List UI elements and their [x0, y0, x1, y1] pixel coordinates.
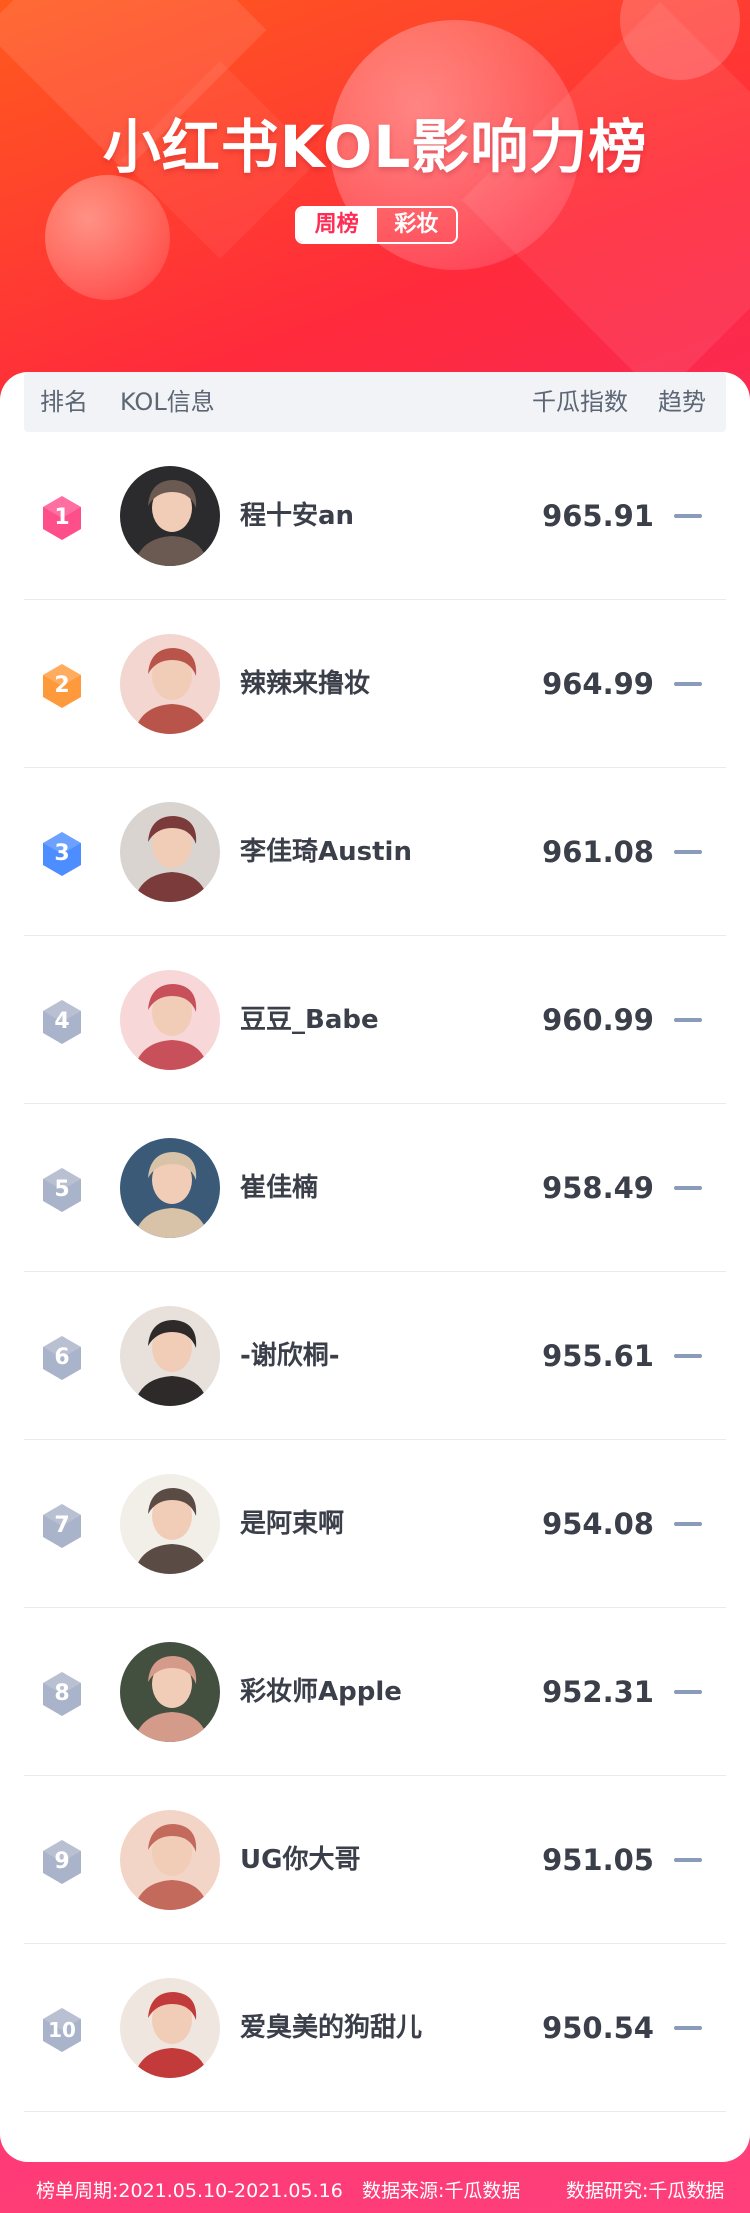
dash-icon	[674, 1018, 702, 1022]
kol-name[interactable]: 豆豆_Babe	[240, 936, 379, 1104]
index-score: 951.05	[542, 1843, 654, 1877]
rank-number: 7	[54, 1513, 70, 1538]
footer-source: 数据来源:千瓜数据	[362, 2180, 521, 2202]
ranking-list: 1 程十安an 965.91 2 辣辣来撸妆 964.99 3 李佳琦Austin 961.08…	[24, 432, 726, 2112]
dash-icon	[674, 850, 702, 854]
index-score: 950.54	[542, 2011, 654, 2045]
avatar[interactable]	[120, 1810, 220, 1910]
index-score: 965.91	[542, 499, 654, 533]
column-rank: 排名	[40, 388, 88, 416]
footer-period: 榜单周期:2021.05.10-2021.05.16	[36, 2180, 343, 2202]
index-score: 958.49	[542, 1171, 654, 1205]
rank-number: 9	[54, 1849, 70, 1874]
dash-icon	[674, 1858, 702, 1862]
footer-research: 数据研究:千瓜数据	[566, 2180, 725, 2202]
table-row[interactable]: 10 爱臭美的狗甜儿 950.54	[24, 1944, 726, 2112]
avatar[interactable]	[120, 1474, 220, 1574]
tab-makeup[interactable]: 彩妆	[377, 208, 457, 242]
dash-icon	[674, 1354, 702, 1358]
kol-name[interactable]: 程十安an	[240, 432, 354, 600]
rank-number: 8	[54, 1681, 70, 1706]
rank-number: 5	[54, 1177, 70, 1202]
rank-number: 10	[48, 2018, 76, 2042]
rank-badge: 5	[40, 1166, 84, 1214]
rank-badge: 9	[40, 1838, 84, 1886]
rank-number: 2	[54, 673, 70, 698]
kol-name[interactable]: -谢欣桐-	[240, 1272, 340, 1440]
avatar[interactable]	[120, 466, 220, 566]
avatar[interactable]	[120, 1642, 220, 1742]
column-kol-info: KOL信息	[120, 388, 215, 416]
table-row[interactable]: 9 UG你大哥 951.05	[24, 1776, 726, 1944]
kol-name[interactable]: 李佳琦Austin	[240, 768, 412, 936]
rank-number: 1	[54, 505, 70, 530]
table-row[interactable]: 6 -谢欣桐- 955.61	[24, 1272, 726, 1440]
ranking-toggle: 周榜 彩妆	[295, 206, 458, 244]
dash-icon	[674, 2026, 702, 2030]
index-score: 961.08	[542, 835, 654, 869]
table-row[interactable]: 3 李佳琦Austin 961.08	[24, 768, 726, 936]
kol-name[interactable]: UG你大哥	[240, 1776, 360, 1944]
dash-icon	[674, 1186, 702, 1190]
table-row[interactable]: 4 豆豆_Babe 960.99	[24, 936, 726, 1104]
tab-weekly[interactable]: 周榜	[297, 208, 377, 242]
avatar[interactable]	[120, 802, 220, 902]
ranking-card: 排名 KOL信息 千瓜指数 趋势 1 程十安an 965.91 2 辣辣来撸妆 964.9…	[0, 372, 750, 2162]
rank-badge: 8	[40, 1670, 84, 1718]
index-score: 960.99	[542, 1003, 654, 1037]
rank-badge: 2	[40, 662, 84, 710]
rank-badge: 6	[40, 1334, 84, 1382]
rank-badge: 7	[40, 1502, 84, 1550]
hero-banner: 小红书KOL影响力榜 周榜 彩妆	[0, 0, 750, 400]
rank-number: 3	[54, 841, 70, 866]
rank-badge: 1	[40, 494, 84, 542]
table-row[interactable]: 2 辣辣来撸妆 964.99	[24, 600, 726, 768]
kol-name[interactable]: 爱臭美的狗甜儿	[240, 1944, 422, 2112]
decor-circle	[45, 175, 170, 300]
avatar[interactable]	[120, 1306, 220, 1406]
avatar[interactable]	[120, 1978, 220, 2078]
kol-name[interactable]: 辣辣来撸妆	[240, 600, 370, 768]
footer: 榜单周期:2021.05.10-2021.05.16 数据来源:千瓜数据 数据研…	[0, 2170, 750, 2213]
kol-name[interactable]: 崔佳楠	[240, 1104, 318, 1272]
dash-icon	[674, 682, 702, 686]
kol-name[interactable]: 彩妆师Apple	[240, 1608, 402, 1776]
index-score: 955.61	[542, 1339, 654, 1373]
table-row[interactable]: 8 彩妆师Apple 952.31	[24, 1608, 726, 1776]
table-row[interactable]: 5 崔佳楠 958.49	[24, 1104, 726, 1272]
avatar[interactable]	[120, 634, 220, 734]
rank-badge: 10	[40, 2006, 84, 2054]
column-trend: 趋势	[658, 388, 706, 416]
dash-icon	[674, 1690, 702, 1694]
table-row[interactable]: 7 是阿束啊 954.08	[24, 1440, 726, 1608]
index-score: 954.08	[542, 1507, 654, 1541]
kol-name[interactable]: 是阿束啊	[240, 1440, 344, 1608]
avatar[interactable]	[120, 1138, 220, 1238]
dash-icon	[674, 1522, 702, 1526]
column-index: 千瓜指数	[532, 388, 628, 416]
rank-badge: 3	[40, 830, 84, 878]
dash-icon	[674, 514, 702, 518]
table-row[interactable]: 1 程十安an 965.91	[24, 432, 726, 600]
rank-badge: 4	[40, 998, 84, 1046]
rank-number: 6	[54, 1345, 70, 1370]
index-score: 964.99	[542, 667, 654, 701]
rank-number: 4	[54, 1009, 70, 1034]
index-score: 952.31	[542, 1675, 654, 1709]
avatar[interactable]	[120, 970, 220, 1070]
table-header: 排名 KOL信息 千瓜指数 趋势	[24, 372, 726, 432]
page-title: 小红书KOL影响力榜	[102, 113, 648, 181]
